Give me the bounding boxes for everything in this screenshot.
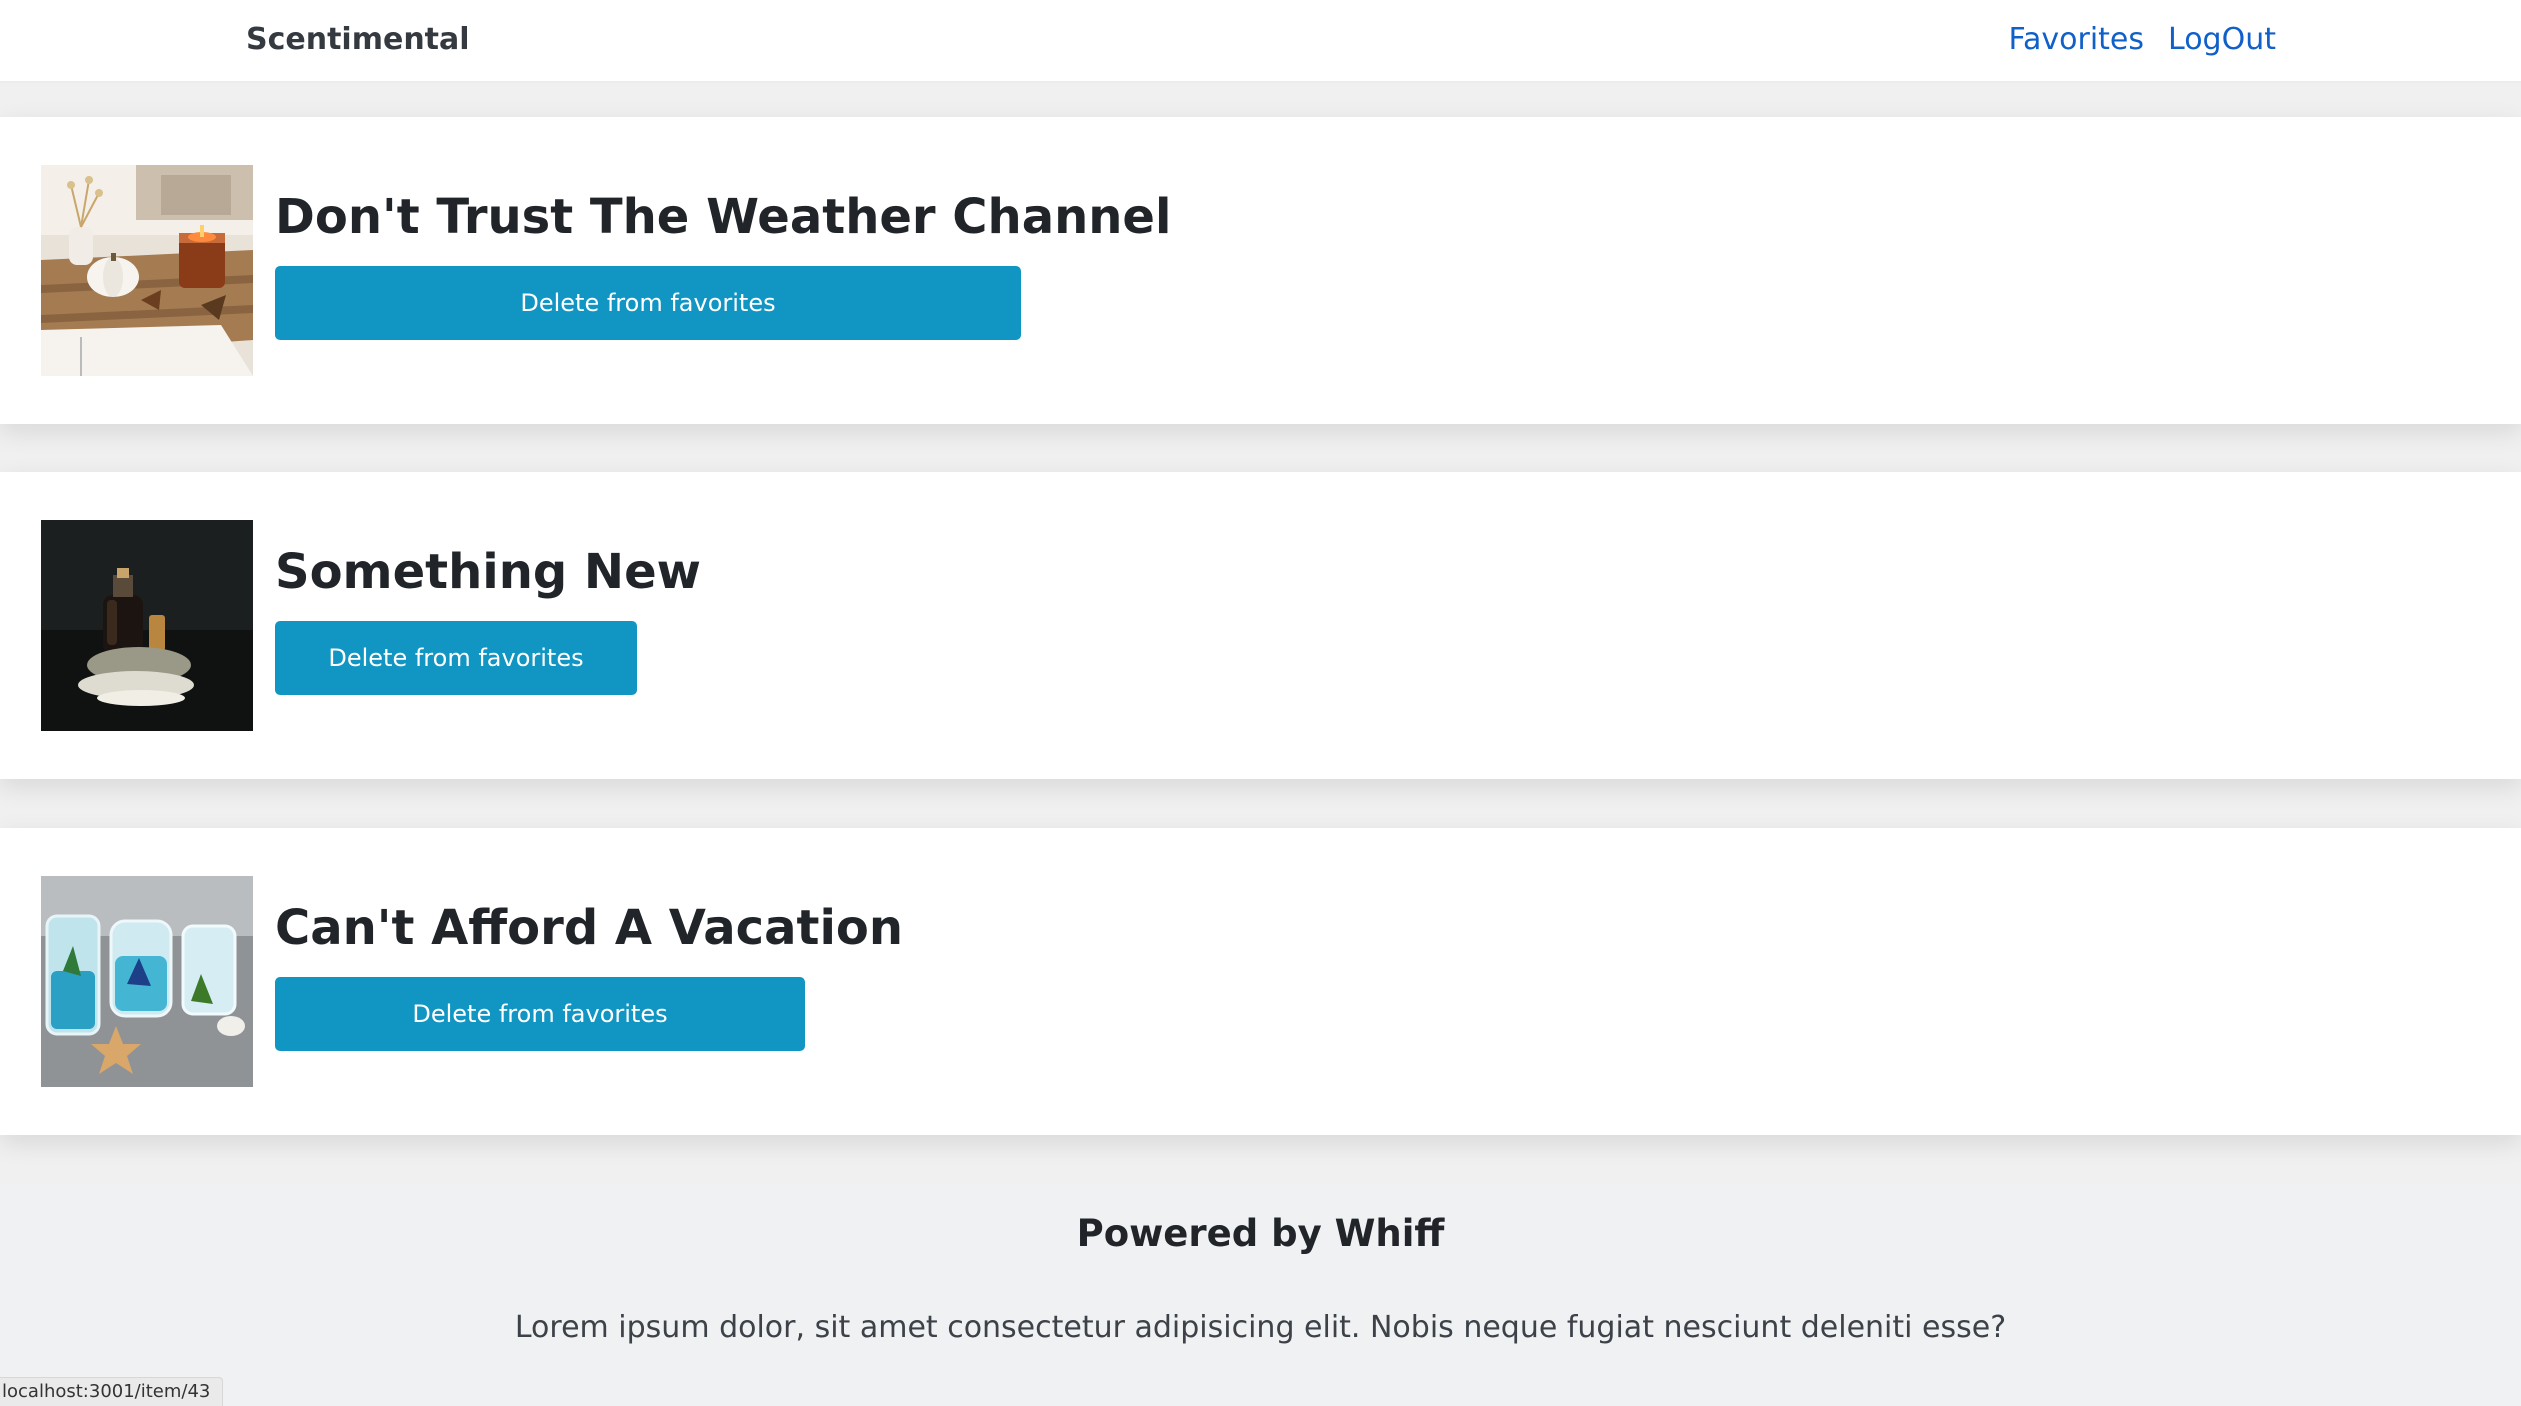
favorite-title: Don't Trust The Weather Channel bbox=[275, 189, 1172, 245]
product-image[interactable] bbox=[41, 165, 253, 376]
nav-links: Favorites LogOut bbox=[2009, 18, 2277, 62]
top-navbar: Scentimental Favorites LogOut bbox=[0, 0, 2521, 83]
delete-from-favorites-button[interactable]: Delete from favorites bbox=[275, 266, 1021, 340]
favorite-card: Something New Delete from favorites bbox=[0, 472, 2521, 779]
status-bar-url: localhost:3001/item/43 bbox=[0, 1377, 224, 1406]
nav-link-logout[interactable]: LogOut bbox=[2168, 18, 2276, 62]
delete-from-favorites-button[interactable]: Delete from favorites bbox=[275, 977, 805, 1051]
favorite-card: Don't Trust The Weather Channel Delete f… bbox=[0, 117, 2521, 424]
page-footer: Powered by Whiff Lorem ipsum dolor, sit … bbox=[0, 1183, 2521, 1406]
product-image[interactable] bbox=[41, 520, 253, 731]
product-image[interactable] bbox=[41, 876, 253, 1087]
brand-logo-link[interactable]: Scentimental bbox=[246, 20, 470, 60]
nav-link-favorites[interactable]: Favorites bbox=[2009, 18, 2145, 62]
footer-title: Powered by Whiff bbox=[1076, 1212, 1445, 1255]
favorite-card: Can't Afford A Vacation Delete from favo… bbox=[0, 828, 2521, 1135]
favorite-title: Something New bbox=[275, 544, 701, 600]
footer-text: Lorem ipsum dolor, sit amet consectetur … bbox=[514, 1310, 2007, 1345]
delete-from-favorites-button[interactable]: Delete from favorites bbox=[275, 621, 637, 695]
favorite-title: Can't Afford A Vacation bbox=[275, 900, 904, 956]
